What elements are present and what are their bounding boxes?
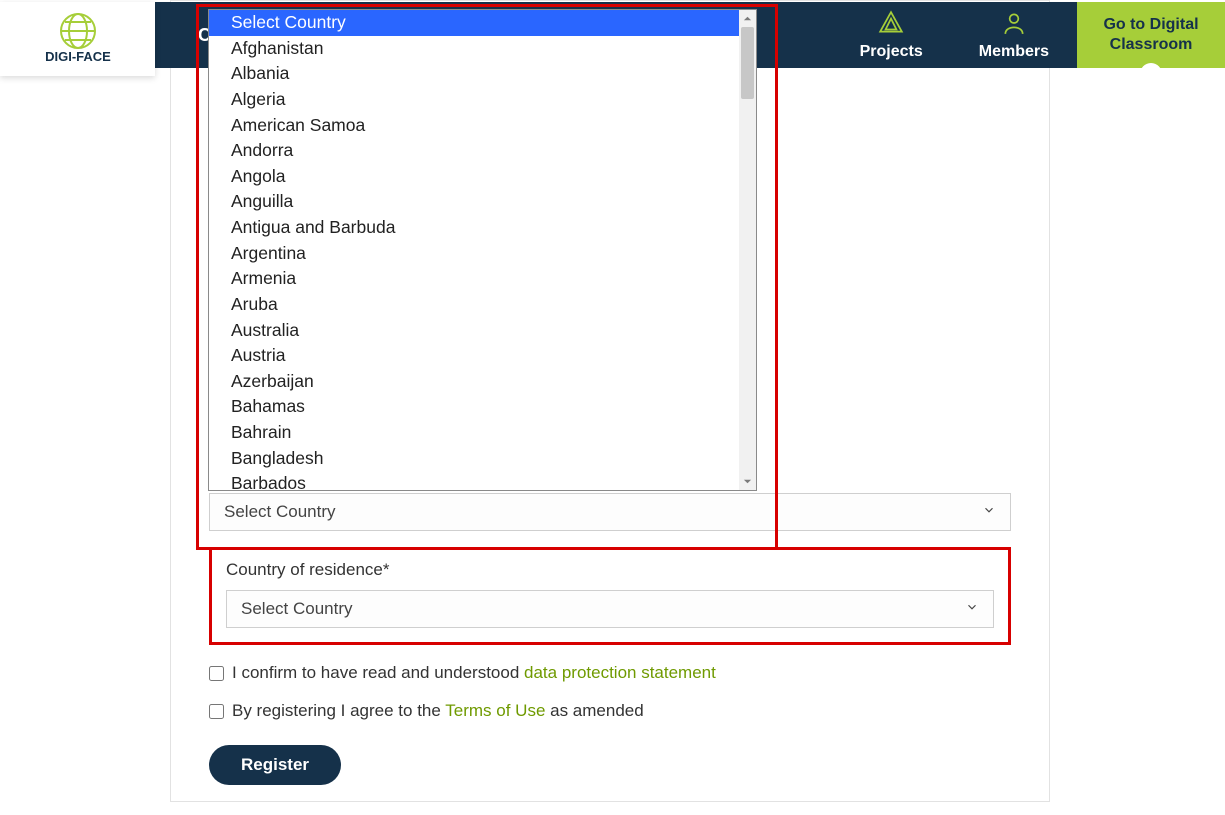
country-option[interactable]: Anguilla <box>209 189 739 215</box>
country-option[interactable]: Bangladesh <box>209 446 739 472</box>
terms-prefix-text: By registering I agree to the <box>232 701 445 720</box>
nav-digital-classroom-label: Go to Digital Classroom <box>1103 15 1198 55</box>
scroll-down-arrow-icon[interactable] <box>739 473 756 490</box>
country-option[interactable]: Armenia <box>209 266 739 292</box>
country-option[interactable]: Australia <box>209 318 739 344</box>
register-button[interactable]: Register <box>209 745 341 785</box>
nav-projects-label: Projects <box>860 43 923 61</box>
residence-select-value: Select Country <box>241 599 353 619</box>
terms-suffix-text: as amended <box>545 701 643 720</box>
country-option[interactable]: Austria <box>209 343 739 369</box>
register-button-label: Register <box>241 755 309 774</box>
brand-logo[interactable]: DIGI-FACE <box>0 2 155 76</box>
scroll-track[interactable] <box>739 27 756 473</box>
confirm-data-protection-row[interactable]: I confirm to have read and understood da… <box>209 663 1011 683</box>
agree-terms-row[interactable]: By registering I agree to the Terms of U… <box>209 701 1011 721</box>
nav-members-label: Members <box>979 43 1049 61</box>
country-option[interactable]: Albania <box>209 61 739 87</box>
country-option[interactable]: Angola <box>209 164 739 190</box>
country-option[interactable]: Andorra <box>209 138 739 164</box>
nav-digital-classroom-button[interactable]: Go to Digital Classroom <box>1077 2 1225 68</box>
country-option[interactable]: Bahrain <box>209 420 739 446</box>
nav-item-projects[interactable]: Projects <box>832 2 951 68</box>
country-option[interactable]: Select Country <box>209 10 739 36</box>
country-option[interactable]: Algeria <box>209 87 739 113</box>
chevron-down-icon <box>982 502 996 522</box>
chevron-down-icon <box>965 599 979 619</box>
nav-item-members[interactable]: Members <box>951 2 1077 68</box>
residence-highlight-box: Country of residence* Select Country <box>209 547 1011 645</box>
country-dropdown-list: Select CountryAfghanistanAlbaniaAlgeriaA… <box>209 10 739 490</box>
scroll-up-arrow-icon[interactable] <box>739 10 756 27</box>
scroll-thumb[interactable] <box>741 27 754 99</box>
country-option[interactable]: American Samoa <box>209 113 739 139</box>
residence-select[interactable]: Select Country <box>226 590 994 628</box>
country-option[interactable]: Barbados <box>209 471 739 490</box>
nav-right: Projects Members Go to Digital Classroom <box>832 2 1225 68</box>
dropdown-scrollbar[interactable] <box>739 10 756 490</box>
members-icon <box>1001 10 1027 41</box>
country-option[interactable]: Bahamas <box>209 394 739 420</box>
country-option[interactable]: Azerbaijan <box>209 369 739 395</box>
country-dropdown-listbox[interactable]: Select CountryAfghanistanAlbaniaAlgeriaA… <box>208 9 757 491</box>
terms-link[interactable]: Terms of Use <box>445 701 545 720</box>
country-option[interactable]: Afghanistan <box>209 36 739 62</box>
country-option[interactable]: Aruba <box>209 292 739 318</box>
confirm-data-protection-checkbox[interactable] <box>209 666 224 681</box>
country-option[interactable]: Antigua and Barbuda <box>209 215 739 241</box>
country-option[interactable]: Argentina <box>209 241 739 267</box>
agree-terms-checkbox[interactable] <box>209 704 224 719</box>
projects-icon <box>878 10 904 41</box>
confirm-prefix-text: I confirm to have read and understood <box>232 663 524 682</box>
data-protection-link[interactable]: data protection statement <box>524 663 716 682</box>
brand-text: DIGI-FACE <box>45 49 111 64</box>
residence-label: Country of residence* <box>226 560 994 580</box>
